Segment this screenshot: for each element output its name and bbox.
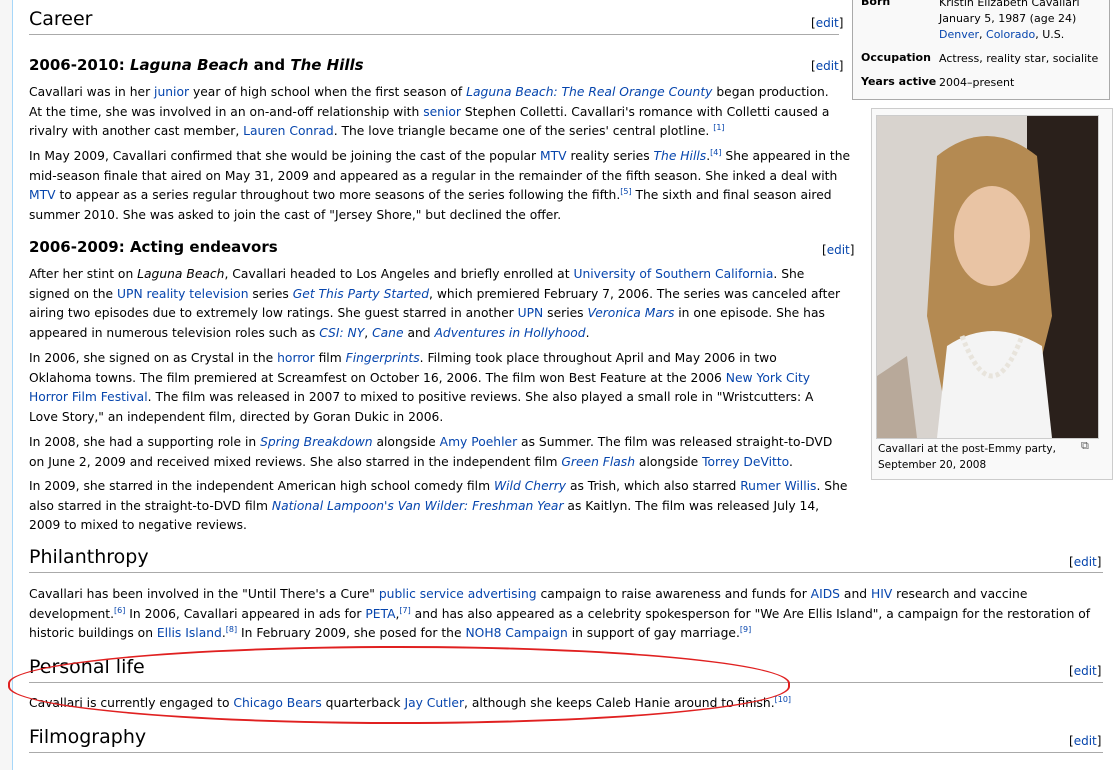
link-adventures-in-hollyhood[interactable]: Adventures in Hollyhood [435,326,586,340]
link-usc[interactable]: University of Southern California [573,267,773,281]
ref-8[interactable]: [8] [226,625,237,634]
link-cane[interactable]: Cane [372,326,403,340]
link-torrey-devitto[interactable]: Torrey DeVitto [702,455,789,469]
paragraph-lb-2: In May 2009, Cavallari confirmed that sh… [29,147,851,222]
ref-1[interactable]: [1] [713,123,724,132]
section-acting-heading: 2006-2009: Acting endeavors [29,238,278,256]
infobox-years: 2004–present [939,76,1015,89]
infobox-born-row: Born Kristin Elizabeth Cavallari January 5… [861,0,1080,43]
link-wild-cherry[interactable]: Wild Cherry [494,479,566,493]
link-denver[interactable]: Denver [939,28,979,41]
infobox-occupation-row: Occupation Actress, reality star, sociali… [861,51,1098,67]
section-philanthropy-heading: Philanthropy [29,547,1103,573]
link-laguna-beach[interactable]: Laguna Beach: The Real Orange County [466,85,712,99]
section-career-heading: Career [29,9,839,35]
infobox-years-label: Years active [861,75,937,88]
infobox-born-label: Born [861,0,891,8]
link-psa[interactable]: public service advertising [379,587,537,601]
ref-6[interactable]: [6] [114,605,125,614]
paragraph-acting-3: In 2008, she had a supporting role in Sp… [29,435,833,469]
section-lb-heading: 2006-2010: Laguna Beach and The Hills [29,56,364,74]
paragraph-lb-1: Cavallari was in her junior year of high… [29,85,830,138]
link-green-flash[interactable]: Green Flash [561,455,635,469]
photo-image [877,116,1098,438]
link-colorado[interactable]: Colorado [986,28,1035,41]
link-csi-ny[interactable]: CSI: NY [319,326,364,340]
link-ellis-island[interactable]: Ellis Island [157,626,222,640]
link-get-this-party-started[interactable]: Get This Party Started [293,287,429,301]
ref-7[interactable]: [7] [399,605,410,614]
edit-personal[interactable]: [edit] [1069,662,1101,682]
link-hiv[interactable]: HIV [871,587,892,601]
red-annotation-oval [8,646,790,724]
infobox: Born Kristin Elizabeth Cavallari January 5… [852,0,1110,100]
paragraph-philanthropy: Cavallari has been involved in the "Unti… [29,587,1091,640]
paragraph-acting-1: After her stint on Laguna Beach, Cavalla… [29,267,841,340]
link-noh8[interactable]: NOH8 Campaign [465,626,567,640]
edit-filmography[interactable]: [edit] [1069,732,1101,752]
link-senior[interactable]: senior [423,105,461,119]
infobox-born-name: Kristin Elizabeth Cavallari [939,0,1080,9]
ref-9[interactable]: [9] [740,625,751,634]
link-fingerprints[interactable]: Fingerprints [346,351,420,365]
link-upn[interactable]: UPN [518,306,544,320]
photo-cavallari[interactable] [876,115,1099,439]
edit-lb[interactable]: [edit] [811,57,843,77]
thumbnail: Cavallari at the post-Emmy party, Septem… [871,108,1113,480]
ref-10[interactable]: [10] [775,695,791,704]
edit-philanthropy[interactable]: [edit] [1069,553,1101,573]
infobox-born-date: January 5, 1987 (age 24) [939,12,1077,25]
link-spring-breakdown[interactable]: Spring Breakdown [260,435,373,449]
ref-4[interactable]: [4] [710,148,721,157]
link-horror[interactable]: horror [277,351,315,365]
magnify-icon[interactable]: ⧉ [1081,439,1089,453]
link-mtv[interactable]: MTV [540,149,567,163]
link-junior[interactable]: junior [154,85,189,99]
link-aids[interactable]: AIDS [811,587,840,601]
link-veronica-mars[interactable]: Veronica Mars [588,306,675,320]
link-the-hills[interactable]: The Hills [654,149,707,163]
infobox-occupation-label: Occupation [861,51,931,64]
link-upn-reality[interactable]: UPN reality television [117,287,248,301]
paragraph-acting-2: In 2006, she signed on as Crystal in the… [29,351,814,424]
link-van-wilder[interactable]: National Lampoon's Van Wilder: Freshman … [272,499,564,513]
link-mtv-2[interactable]: MTV [29,188,56,202]
infobox-years-row: Years active 2004–present [861,75,1014,91]
link-lauren-conrad[interactable]: Lauren Conrad [243,124,334,138]
infobox-occupation: Actress, reality star, socialite [939,52,1099,65]
ref-5[interactable]: [5] [620,187,631,196]
edit-acting[interactable]: [edit] [822,241,854,261]
edit-career[interactable]: [edit] [811,14,843,34]
thumbnail-caption: Cavallari at the post-Emmy party, Septem… [878,443,1056,471]
link-rumer-willis[interactable]: Rumer Willis [740,479,816,493]
paragraph-acting-4: In 2009, she starred in the independent … [29,479,848,532]
section-filmography-heading: Filmography [29,727,1103,753]
link-peta[interactable]: PETA [365,607,395,621]
link-amy-poehler[interactable]: Amy Poehler [440,435,517,449]
